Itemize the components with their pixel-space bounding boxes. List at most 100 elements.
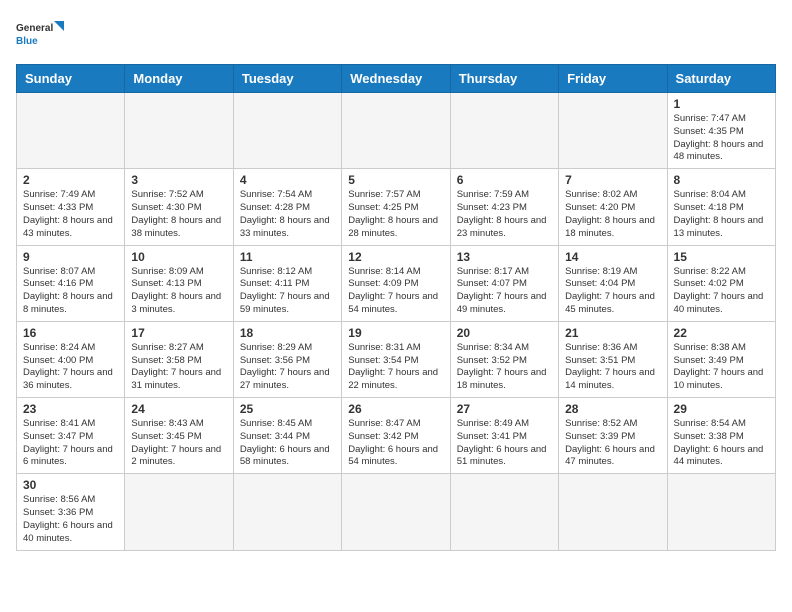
day-info: Sunrise: 8:14 AM Sunset: 4:09 PM Dayligh… [348,266,443,317]
day-info: Sunrise: 7:49 AM Sunset: 4:33 PM Dayligh… [23,189,118,240]
calendar-cell: 9 Sunrise: 8:07 AM Sunset: 4:16 PM Daylig… [17,245,125,321]
calendar-cell: 30 Sunrise: 8:56 AM Sunset: 3:36 PM Dayli… [17,474,125,550]
calendar-cell: 2 Sunrise: 7:49 AM Sunset: 4:33 PM Daylig… [17,169,125,245]
day-number: 7 [565,173,660,187]
calendar-cell: 12Sunrise: 8:14 AM Sunset: 4:09 PM Dayli… [342,245,450,321]
svg-text:Blue: Blue [16,36,38,47]
calendar-cell [17,93,125,169]
day-number: 3 [131,173,226,187]
calendar-cell: 23 Sunrise: 8:41 AM Sunset: 3:47 PM Dayli… [17,398,125,474]
day-number: 21 [565,326,660,340]
day-number: 10 [131,250,226,264]
day-info: Sunrise: 8:47 AM Sunset: 3:42 PM Dayligh… [348,418,443,469]
day-info: Sunrise: 8:07 AM Sunset: 4:16 PM Dayligh… [23,266,118,317]
day-info: Sunrise: 8:36 AM Sunset: 3:51 PM Dayligh… [565,342,660,393]
page-header: General Blue [16,16,776,56]
calendar-table: SundayMondayTuesdayWednesdayThursdayFrid… [16,64,776,551]
day-number: 29 [674,402,769,416]
day-info: Sunrise: 8:54 AM Sunset: 3:38 PM Dayligh… [674,418,769,469]
calendar-header-row: SundayMondayTuesdayWednesdayThursdayFrid… [17,65,776,93]
calendar-cell: 20 Sunrise: 8:34 AM Sunset: 3:52 PM Dayli… [450,321,558,397]
day-number: 27 [457,402,552,416]
day-info: Sunrise: 8:24 AM Sunset: 4:00 PM Dayligh… [23,342,118,393]
calendar-cell: 11 Sunrise: 8:12 AM Sunset: 4:11 PM Dayli… [233,245,341,321]
day-info: Sunrise: 8:31 AM Sunset: 3:54 PM Dayligh… [348,342,443,393]
calendar-cell: 19Sunrise: 8:31 AM Sunset: 3:54 PM Dayli… [342,321,450,397]
calendar-cell: 29 Sunrise: 8:54 AM Sunset: 3:38 PM Dayli… [667,398,775,474]
day-number: 20 [457,326,552,340]
day-info: Sunrise: 8:22 AM Sunset: 4:02 PM Dayligh… [674,266,769,317]
calendar-header-monday: Monday [125,65,233,93]
calendar-cell: 22 Sunrise: 8:38 AM Sunset: 3:49 PM Dayli… [667,321,775,397]
day-info: Sunrise: 8:49 AM Sunset: 3:41 PM Dayligh… [457,418,552,469]
calendar-cell [233,474,341,550]
day-info: Sunrise: 8:43 AM Sunset: 3:45 PM Dayligh… [131,418,226,469]
calendar-cell: 17 Sunrise: 8:27 AM Sunset: 3:58 PM Dayli… [125,321,233,397]
calendar-cell: 25 Sunrise: 8:45 AM Sunset: 3:44 PM Dayli… [233,398,341,474]
day-info: Sunrise: 8:19 AM Sunset: 4:04 PM Dayligh… [565,266,660,317]
calendar-cell [125,474,233,550]
day-number: 4 [240,173,335,187]
day-number: 16 [23,326,118,340]
day-info: Sunrise: 7:52 AM Sunset: 4:30 PM Dayligh… [131,189,226,240]
day-number: 18 [240,326,335,340]
calendar-week-row: 30 Sunrise: 8:56 AM Sunset: 3:36 PM Dayli… [17,474,776,550]
calendar-week-row: 16 Sunrise: 8:24 AM Sunset: 4:00 PM Dayli… [17,321,776,397]
day-number: 9 [23,250,118,264]
day-number: 14 [565,250,660,264]
day-number: 1 [674,97,769,111]
calendar-cell: 15Sunrise: 8:22 AM Sunset: 4:02 PM Dayli… [667,245,775,321]
calendar-header-friday: Friday [559,65,667,93]
day-number: 17 [131,326,226,340]
calendar-cell [233,93,341,169]
calendar-cell: 8Sunrise: 8:04 AM Sunset: 4:18 PM Daylig… [667,169,775,245]
day-info: Sunrise: 8:17 AM Sunset: 4:07 PM Dayligh… [457,266,552,317]
calendar-cell: 27 Sunrise: 8:49 AM Sunset: 3:41 PM Dayli… [450,398,558,474]
day-info: Sunrise: 8:12 AM Sunset: 4:11 PM Dayligh… [240,266,335,317]
calendar-cell: 13Sunrise: 8:17 AM Sunset: 4:07 PM Dayli… [450,245,558,321]
logo-svg: General Blue [16,16,66,56]
calendar-cell: 1 Sunrise: 7:47 AM Sunset: 4:35 PM Daylig… [667,93,775,169]
day-number: 26 [348,402,443,416]
day-info: Sunrise: 8:34 AM Sunset: 3:52 PM Dayligh… [457,342,552,393]
day-number: 23 [23,402,118,416]
day-number: 28 [565,402,660,416]
calendar-cell: 5Sunrise: 7:57 AM Sunset: 4:25 PM Daylig… [342,169,450,245]
calendar-cell: 26 Sunrise: 8:47 AM Sunset: 3:42 PM Dayli… [342,398,450,474]
calendar-header-wednesday: Wednesday [342,65,450,93]
calendar-header-saturday: Saturday [667,65,775,93]
day-number: 2 [23,173,118,187]
calendar-cell: 3 Sunrise: 7:52 AM Sunset: 4:30 PM Daylig… [125,169,233,245]
logo: General Blue [16,16,66,56]
day-info: Sunrise: 8:45 AM Sunset: 3:44 PM Dayligh… [240,418,335,469]
calendar-week-row: 9 Sunrise: 8:07 AM Sunset: 4:16 PM Daylig… [17,245,776,321]
calendar-cell: 18 Sunrise: 8:29 AM Sunset: 3:56 PM Dayli… [233,321,341,397]
day-info: Sunrise: 8:56 AM Sunset: 3:36 PM Dayligh… [23,494,118,545]
day-info: Sunrise: 7:54 AM Sunset: 4:28 PM Dayligh… [240,189,335,240]
calendar-cell [559,93,667,169]
day-number: 11 [240,250,335,264]
day-number: 6 [457,173,552,187]
calendar-header-sunday: Sunday [17,65,125,93]
calendar-cell: 6 Sunrise: 7:59 AM Sunset: 4:23 PM Daylig… [450,169,558,245]
calendar-cell [450,93,558,169]
day-info: Sunrise: 7:47 AM Sunset: 4:35 PM Dayligh… [674,113,769,164]
day-number: 22 [674,326,769,340]
calendar-cell: 14 Sunrise: 8:19 AM Sunset: 4:04 PM Dayli… [559,245,667,321]
day-number: 25 [240,402,335,416]
calendar-cell [125,93,233,169]
calendar-cell [450,474,558,550]
day-info: Sunrise: 8:29 AM Sunset: 3:56 PM Dayligh… [240,342,335,393]
calendar-cell [342,474,450,550]
day-info: Sunrise: 8:02 AM Sunset: 4:20 PM Dayligh… [565,189,660,240]
day-number: 5 [348,173,443,187]
calendar-cell: 7 Sunrise: 8:02 AM Sunset: 4:20 PM Daylig… [559,169,667,245]
day-number: 30 [23,478,118,492]
day-info: Sunrise: 8:27 AM Sunset: 3:58 PM Dayligh… [131,342,226,393]
svg-text:General: General [16,23,53,34]
day-info: Sunrise: 7:59 AM Sunset: 4:23 PM Dayligh… [457,189,552,240]
calendar-cell: 10Sunrise: 8:09 AM Sunset: 4:13 PM Dayli… [125,245,233,321]
calendar-cell: 16 Sunrise: 8:24 AM Sunset: 4:00 PM Dayli… [17,321,125,397]
day-info: Sunrise: 8:41 AM Sunset: 3:47 PM Dayligh… [23,418,118,469]
day-info: Sunrise: 8:38 AM Sunset: 3:49 PM Dayligh… [674,342,769,393]
